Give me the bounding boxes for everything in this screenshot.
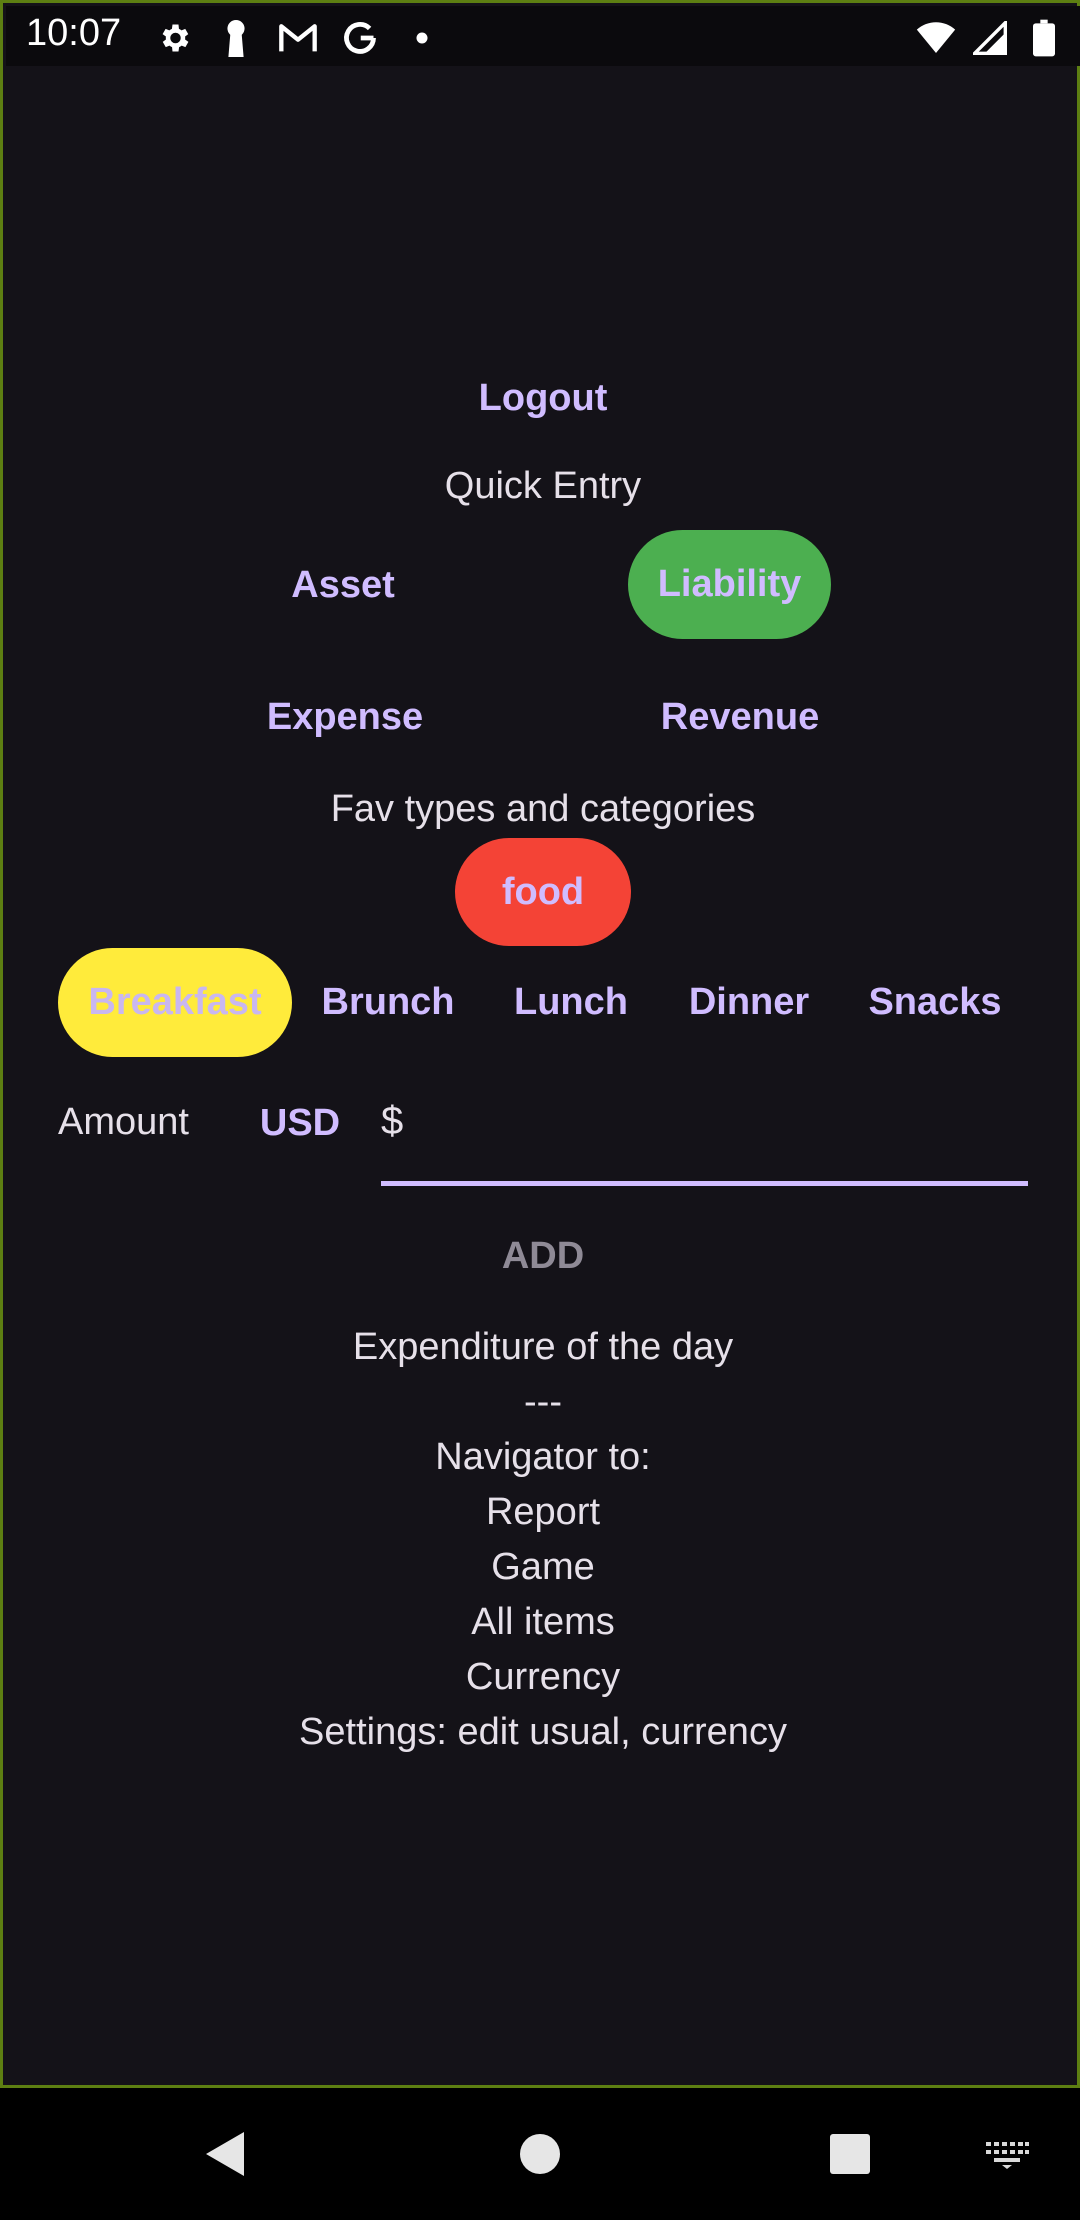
status-bar: 10:07 — [6, 6, 1080, 66]
gmail-icon — [278, 18, 318, 58]
meal-lunch-chip[interactable]: Lunch — [491, 965, 651, 1040]
meal-brunch-chip[interactable]: Brunch — [308, 965, 468, 1040]
info-line-settings: Settings: edit usual, currency — [299, 1711, 787, 1753]
amount-label: Amount — [58, 1101, 189, 1143]
quick-entry-heading: Quick Entry — [444, 465, 642, 507]
expense-button[interactable]: Expense — [235, 680, 455, 755]
info-line-all-items: All items — [471, 1601, 615, 1643]
add-button[interactable]: ADD — [443, 1221, 643, 1291]
fav-heading: Fav types and categories — [330, 788, 756, 830]
currency-button[interactable]: USD — [255, 1088, 345, 1158]
gear-icon — [154, 18, 194, 58]
amount-input[interactable] — [423, 1088, 1023, 1178]
info-line-separator: --- — [524, 1381, 562, 1423]
back-icon[interactable] — [200, 2128, 250, 2180]
google-icon — [340, 18, 380, 58]
info-line-game: Game — [491, 1546, 595, 1588]
amount-input-underline — [381, 1181, 1028, 1186]
app-screen: 10:07 Logout Quick Entry Asset Liability… — [0, 0, 1080, 2088]
keyboard-icon[interactable] — [984, 2140, 1030, 2170]
info-line-currency: Currency — [465, 1656, 621, 1698]
meal-breakfast-chip[interactable]: Breakfast — [58, 948, 292, 1057]
status-time: 10:07 — [26, 12, 122, 54]
meal-dinner-chip[interactable]: Dinner — [669, 965, 829, 1040]
battery-icon — [1024, 18, 1064, 58]
info-line-report: Report — [485, 1491, 601, 1533]
info-line-expenditure: Expenditure of the day — [352, 1326, 734, 1368]
currency-prefix: $ — [381, 1099, 404, 1143]
recents-icon[interactable] — [829, 2133, 871, 2175]
liability-button[interactable]: Liability — [628, 530, 831, 639]
food-category-chip[interactable]: food — [455, 838, 631, 946]
home-icon[interactable] — [518, 2132, 562, 2176]
dot-icon — [402, 18, 442, 58]
navigation-bar — [0, 2088, 1080, 2220]
amount-row: Amount USD $ — [3, 1088, 1080, 1188]
wifi-icon — [916, 18, 956, 58]
asset-button[interactable]: Asset — [243, 548, 443, 623]
logout-button[interactable]: Logout — [443, 363, 643, 433]
meal-snacks-chip[interactable]: Snacks — [855, 965, 1015, 1040]
signal-icon — [970, 18, 1010, 58]
revenue-button[interactable]: Revenue — [630, 680, 850, 755]
keyhole-icon — [216, 18, 256, 58]
info-line-navigator: Navigator to: — [435, 1436, 651, 1478]
